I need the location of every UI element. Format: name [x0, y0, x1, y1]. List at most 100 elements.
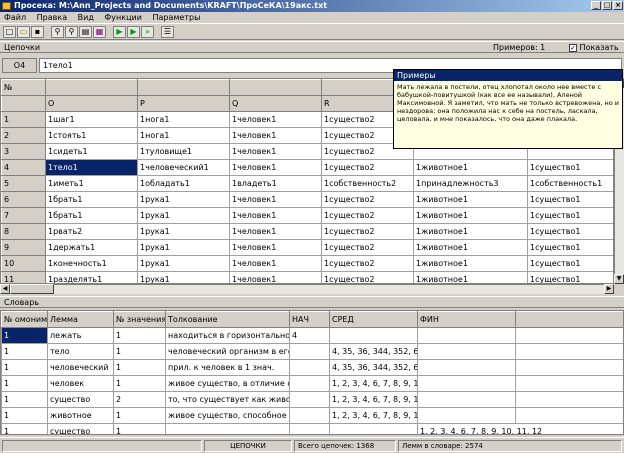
table-row[interactable]: 10 1конечность1 1рука1 1человек1 1существо2 1… — [1, 255, 613, 272]
grid-cell[interactable]: 1туловище1 — [137, 143, 230, 160]
grid-cell[interactable]: 1существо2 — [321, 207, 414, 224]
dict-cell[interactable] — [417, 359, 516, 376]
grid-cell[interactable]: 1стоять1 — [45, 127, 138, 144]
dict-cell[interactable]: живое существо, способное чув — [165, 407, 290, 424]
grid-cell[interactable]: 1брать1 — [45, 191, 138, 208]
dict-cell[interactable]: 1, 2, 3, 4, 6, 7, 8, 9, 10, 11, 12 — [329, 375, 418, 392]
dict-cell[interactable]: 1 — [1, 343, 48, 360]
grid-cell[interactable]: 1человек1 — [229, 271, 322, 283]
new-file-icon[interactable]: □ — [3, 26, 16, 38]
dict-cell[interactable]: человеческий организм в его вн — [165, 343, 290, 360]
dict-cell[interactable]: человеческий — [47, 359, 114, 376]
play-icon[interactable]: ▶ — [113, 26, 126, 38]
grid-cell[interactable]: 1рука1 — [137, 207, 230, 224]
dict-cell[interactable]: 4, 35, 36, 344, 352, 626, 627 — [329, 343, 418, 360]
grid-cell[interactable]: 1существо1 — [527, 239, 613, 256]
grid-cell[interactable]: 1животное1 — [413, 207, 528, 224]
table-row-selected[interactable]: 4 1тело1 1человеческий1 1человек1 1существо2… — [1, 159, 613, 176]
open-folder-icon[interactable]: ▭ — [17, 26, 30, 38]
table-row[interactable]: 9 1держать1 1рука1 1человек1 1существо2 1живо… — [1, 239, 613, 256]
horizontal-scrollbar[interactable]: ◀ ▶ — [0, 284, 614, 294]
dict-cell[interactable]: 1 — [113, 327, 166, 344]
dict-cell[interactable]: 1 — [1, 407, 48, 424]
dict-cell[interactable]: 4 — [289, 327, 330, 344]
dict-cell[interactable] — [417, 375, 516, 392]
dict-cell[interactable]: 1 — [113, 423, 166, 434]
dict-cell[interactable]: прил. к человек в 1 знач. — [165, 359, 290, 376]
grid-cell[interactable]: 1нога1 — [137, 127, 230, 144]
grid-cell[interactable]: 1существо2 — [321, 271, 414, 283]
dict-cell[interactable]: человек — [47, 375, 114, 392]
dict-cell[interactable] — [289, 375, 330, 392]
show-checkbox[interactable]: ✓ — [569, 43, 577, 52]
grid-cell[interactable]: 1человек1 — [229, 223, 322, 240]
grid-cell[interactable]: 1существо1 — [527, 271, 613, 283]
dict-cell[interactable] — [417, 407, 516, 424]
table-row[interactable]: 7 1брать1 1рука1 1человек1 1существо2 1животн… — [1, 207, 613, 224]
table-row[interactable]: 11 1разделять1 1рука1 1человек1 1существо2 1ж… — [1, 271, 613, 283]
dict-cell-selected[interactable]: 1 — [1, 327, 48, 344]
dict-cell[interactable] — [417, 327, 516, 344]
grid-cell[interactable]: 1конечность1 — [45, 255, 138, 272]
scroll-left-icon[interactable]: ◀ — [0, 284, 10, 294]
minimize-button[interactable]: _ — [591, 1, 601, 10]
grid-cell[interactable]: 1рука1 — [137, 223, 230, 240]
table-row[interactable]: 8 1рвать2 1рука1 1человек1 1существо2 1животн… — [1, 223, 613, 240]
page-icon[interactable]: ▤ — [79, 26, 92, 38]
menu-functions[interactable]: Функции — [100, 12, 146, 23]
table-row[interactable]: 1тело1человеческий организм в его вн4, 3… — [1, 343, 623, 360]
column-header[interactable]: № значения — [113, 311, 166, 328]
dict-cell[interactable]: живое существо, в отличие от ж — [165, 375, 290, 392]
dict-cell[interactable] — [417, 343, 516, 360]
column-header[interactable]: Толкование — [165, 311, 290, 328]
grid-cell[interactable]: 1обладать1 — [137, 175, 230, 192]
grid-cell[interactable]: 1животное1 — [413, 223, 528, 240]
grid-cell[interactable]: 1брать1 — [45, 207, 138, 224]
grid-cell[interactable]: 1существо2 — [321, 159, 414, 176]
dict-cell[interactable] — [417, 391, 516, 408]
grid-cell[interactable]: 1существо1 — [527, 191, 613, 208]
column-header[interactable]: P — [137, 95, 230, 112]
table-row[interactable]: 1 человеческий 1 прил. к человек в 1 знач. 4… — [1, 359, 623, 376]
grid-cell[interactable]: 1человек1 — [229, 239, 322, 256]
show-checkbox-group[interactable]: ✓ Показать — [569, 42, 619, 54]
grid-cell[interactable]: 1разделять1 — [45, 271, 138, 283]
dict-cell[interactable]: существо — [47, 423, 114, 434]
grid-cell[interactable]: 1рвать2 — [45, 223, 138, 240]
column-header[interactable]: ФИН — [417, 311, 516, 328]
grid-cell[interactable]: 1животное1 — [413, 255, 528, 272]
grid-cell[interactable]: 1человек1 — [229, 207, 322, 224]
dict-cell[interactable]: 1, 2, 3, 4, 6, 7, 8, 9, 10, 11, 12 — [329, 407, 418, 424]
grid-cell[interactable]: 1существо1 — [527, 159, 613, 176]
grid-cell[interactable]: 1рука1 — [137, 239, 230, 256]
column-header[interactable]: O — [45, 95, 138, 112]
table-row[interactable]: 5 1иметь1 1обладать1 1владеть1 1собственност… — [1, 175, 613, 192]
table-row[interactable]: 1существо2то, что существует как живой о… — [1, 391, 623, 408]
dict-cell[interactable] — [329, 327, 418, 344]
dict-cell[interactable]: существо — [47, 391, 114, 408]
grid-cell[interactable]: 1животное1 — [413, 239, 528, 256]
grid-cell[interactable]: 1существо2 — [321, 191, 414, 208]
play-all-icon[interactable]: ▶ — [127, 26, 140, 38]
find-icon[interactable]: ⚲ — [51, 26, 64, 38]
dict-cell[interactable]: тело — [47, 343, 114, 360]
grid-cell[interactable]: 1рука1 — [137, 255, 230, 272]
dict-cell[interactable]: лежать — [47, 327, 114, 344]
dict-cell[interactable] — [165, 423, 290, 434]
dict-cell[interactable]: 1 — [113, 407, 166, 424]
dict-cell[interactable]: находиться в горизонтальном по — [165, 327, 290, 344]
dict-cell[interactable] — [289, 423, 330, 434]
grid-cell[interactable]: 1существо1 — [527, 223, 613, 240]
table-row[interactable]: 1животное1живое существо, способное чув1… — [1, 407, 623, 424]
dict-cell[interactable] — [289, 359, 330, 376]
grid-cell[interactable]: 1рука1 — [137, 271, 230, 283]
close-button[interactable]: × — [613, 1, 623, 10]
grid-cell[interactable]: 1человек1 — [229, 191, 322, 208]
grid-cell[interactable]: 1рука1 — [137, 191, 230, 208]
grid-cell[interactable]: 1нога1 — [137, 111, 230, 128]
grid-cell[interactable]: 1существо2 — [321, 223, 414, 240]
grid-cell[interactable]: 1существо1 — [527, 207, 613, 224]
maximize-button[interactable]: □ — [602, 1, 612, 10]
dict-cell[interactable]: 1 — [1, 423, 48, 434]
grid-cell[interactable]: 1человек1 — [229, 143, 322, 160]
